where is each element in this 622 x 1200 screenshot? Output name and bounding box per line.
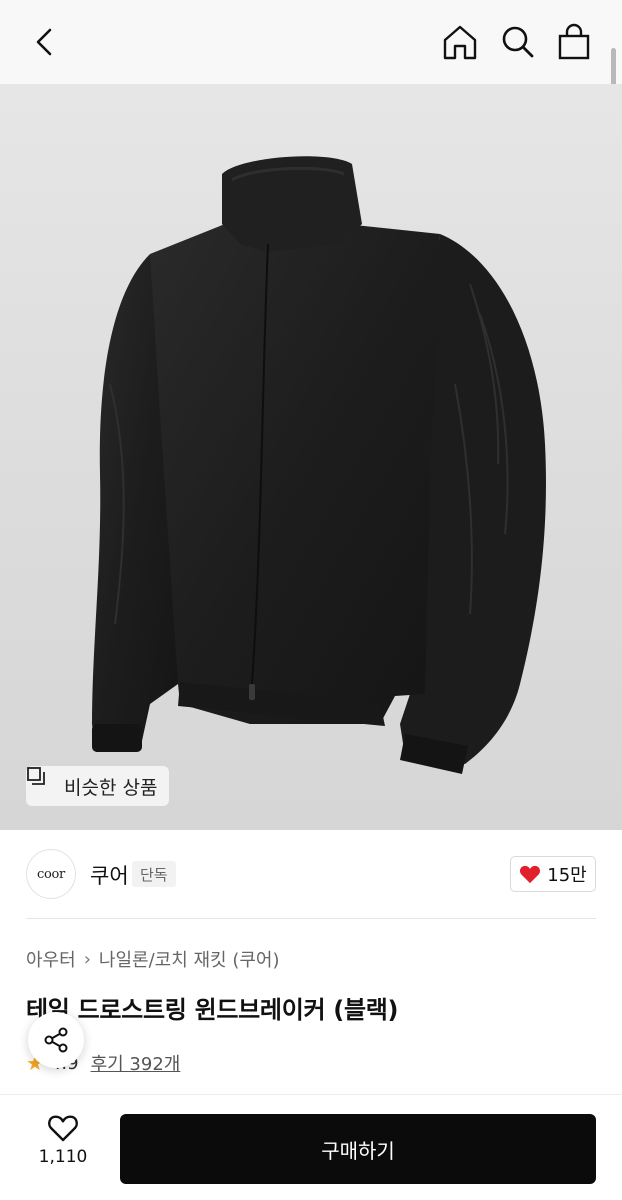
- product-title: 테일 드로스트링 윈드브레이커 (블랙): [26, 996, 399, 1024]
- wishlist-count: 1,110: [38, 1147, 88, 1167]
- wishlist-button[interactable]: 1,110: [30, 1113, 96, 1167]
- brand-logo[interactable]: coor: [26, 849, 76, 899]
- jacket-illustration: [92, 156, 546, 774]
- divider: [26, 918, 596, 919]
- shopping-bag-icon[interactable]: [554, 22, 594, 62]
- copy-squares-icon: [27, 767, 56, 796]
- brand-row: coor 쿠어 단독 15만: [0, 830, 622, 918]
- search-icon[interactable]: [498, 22, 538, 62]
- similar-products-label: 비슷한 상품: [64, 776, 158, 799]
- brand-like-count: 15만: [547, 865, 587, 886]
- similar-products-button[interactable]: 비슷한 상품: [26, 766, 170, 806]
- home-icon[interactable]: [440, 22, 480, 62]
- chevron-right-icon: ›: [83, 948, 91, 970]
- chevron-left-icon[interactable]: [28, 24, 64, 60]
- share-icon: [44, 1027, 68, 1053]
- breadcrumb: 아우터 › 나일론/코치 재킷 (쿠어): [26, 946, 279, 972]
- breadcrumb-category[interactable]: 아우터: [26, 946, 76, 972]
- buy-button[interactable]: 구매하기: [120, 1114, 596, 1184]
- heart-filled-icon: [520, 865, 541, 884]
- product-image[interactable]: 비슷한 상품: [0, 84, 622, 830]
- share-button[interactable]: [28, 1012, 84, 1068]
- breadcrumb-subcategory[interactable]: 나일론/코치 재킷 (쿠어): [99, 946, 280, 972]
- brand-name[interactable]: 쿠어: [90, 860, 129, 890]
- top-nav-bar: [0, 0, 622, 84]
- bottom-action-bar: 1,110 구매하기: [0, 1094, 622, 1200]
- brand-like-button[interactable]: 15만: [510, 856, 596, 892]
- exclusive-badge: 단독: [132, 861, 176, 887]
- review-link[interactable]: 후기 392개: [91, 1050, 181, 1076]
- heart-outline-icon: [48, 1115, 78, 1142]
